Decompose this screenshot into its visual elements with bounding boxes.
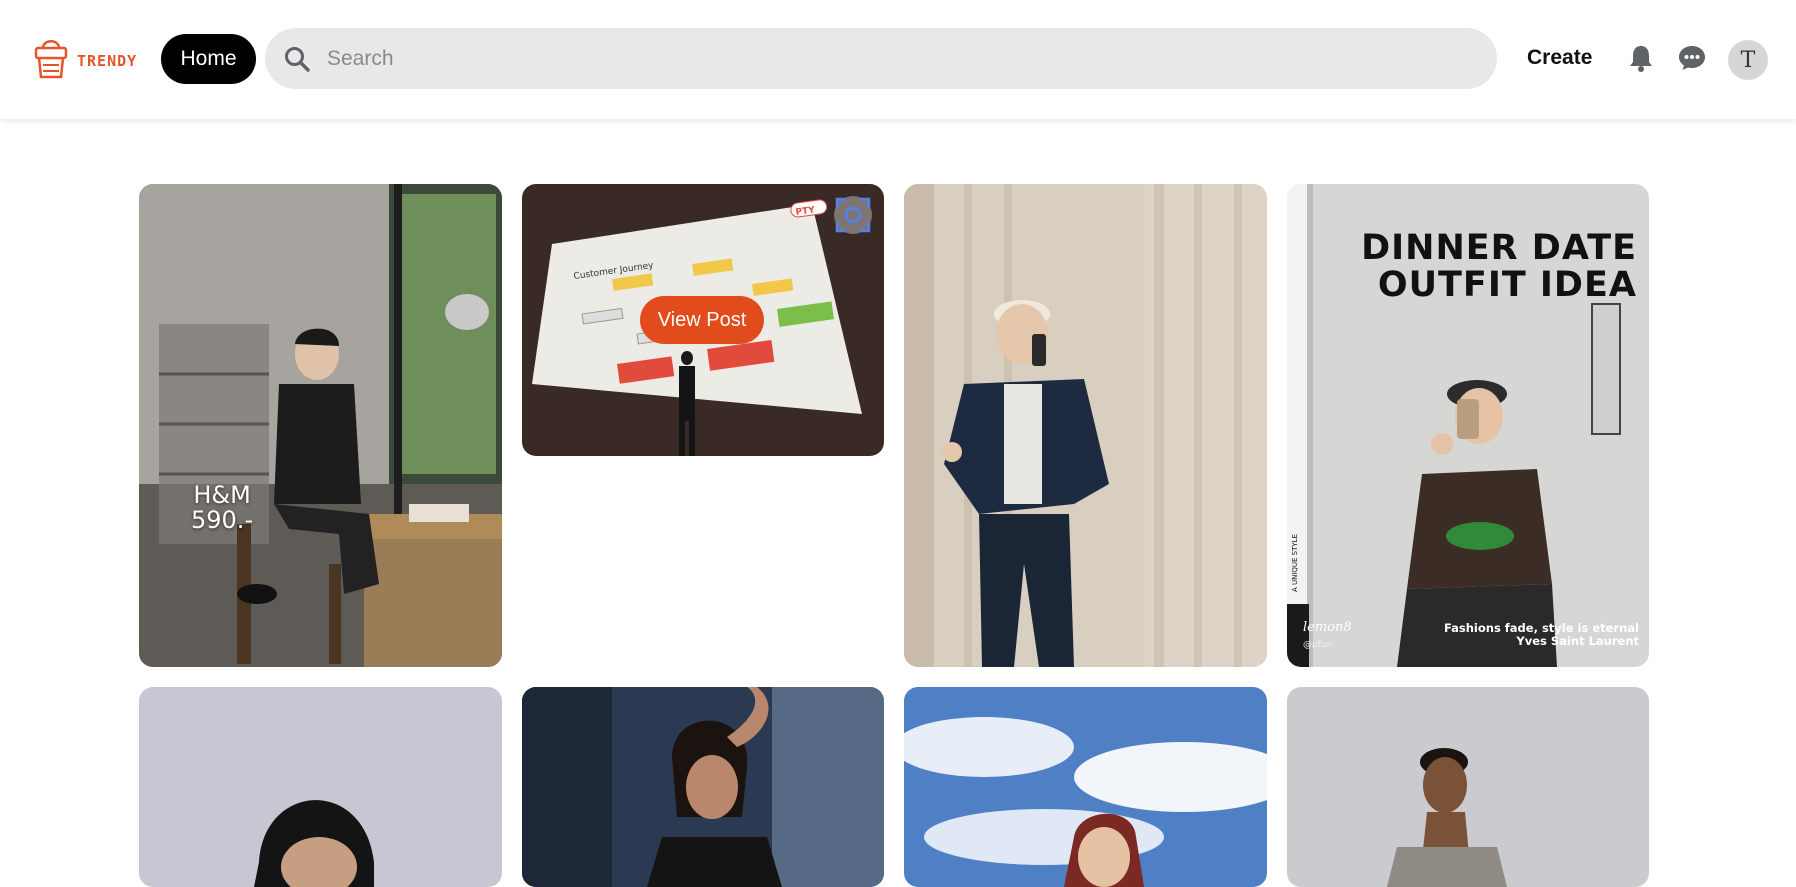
post-card[interactable]: H&M 590.- bbox=[139, 184, 502, 667]
brand-label: H&M bbox=[193, 481, 251, 509]
avatar[interactable]: T bbox=[1728, 40, 1768, 80]
post-image bbox=[139, 184, 502, 667]
view-post-button[interactable]: View Post bbox=[640, 296, 764, 344]
search-icon bbox=[285, 46, 310, 72]
messages-button[interactable] bbox=[1676, 42, 1708, 74]
search-input[interactable] bbox=[327, 46, 1427, 71]
lemon8-watermark: lemon8 bbox=[1303, 620, 1352, 635]
post-overlay-text: H&M 590.- bbox=[191, 483, 253, 533]
post-card[interactable] bbox=[904, 184, 1267, 667]
home-button[interactable]: Home bbox=[161, 34, 256, 84]
logo-text: TRENDY bbox=[77, 52, 138, 70]
notifications-button[interactable] bbox=[1625, 42, 1657, 74]
author-handle: @pfun bbox=[1303, 640, 1333, 650]
bell-icon bbox=[1630, 46, 1652, 72]
post-headline: DINNER DATE OUTFIT IDEA bbox=[1361, 230, 1637, 304]
headline-line-2: OUTFIT IDEA bbox=[1377, 265, 1637, 305]
logo[interactable]: TRENDY bbox=[33, 34, 137, 80]
post-card[interactable]: DINNER DATE OUTFIT IDEA A UNIQUE STYLE l… bbox=[1287, 184, 1649, 667]
search-bar[interactable] bbox=[265, 28, 1497, 89]
chat-icon bbox=[1679, 46, 1705, 70]
top-navigation-bar: TRENDY Home Create T bbox=[0, 0, 1796, 119]
post-card[interactable] bbox=[522, 687, 884, 887]
visual-search-button[interactable] bbox=[834, 196, 872, 234]
quote-author: Yves Saint Laurent bbox=[1516, 634, 1639, 648]
headline-line-1: DINNER DATE bbox=[1361, 228, 1637, 268]
post-card[interactable] bbox=[1287, 687, 1649, 887]
post-image bbox=[904, 687, 1267, 887]
scan-icon bbox=[835, 197, 871, 233]
post-image bbox=[904, 184, 1267, 667]
post-image bbox=[522, 687, 884, 887]
shopping-basket-icon bbox=[34, 40, 68, 79]
post-card[interactable] bbox=[904, 687, 1267, 887]
post-card[interactable] bbox=[139, 687, 502, 887]
price-label: 590.- bbox=[191, 506, 254, 534]
post-card[interactable]: Customer Journey PTY View Post bbox=[522, 184, 884, 456]
side-caption: A UNIQUE STYLE bbox=[1291, 534, 1299, 593]
post-quote: Fashions fade, style is eternal Yves Sai… bbox=[1444, 622, 1639, 648]
post-image bbox=[1287, 687, 1649, 887]
post-image bbox=[139, 687, 502, 887]
create-link[interactable]: Create bbox=[1527, 46, 1592, 70]
